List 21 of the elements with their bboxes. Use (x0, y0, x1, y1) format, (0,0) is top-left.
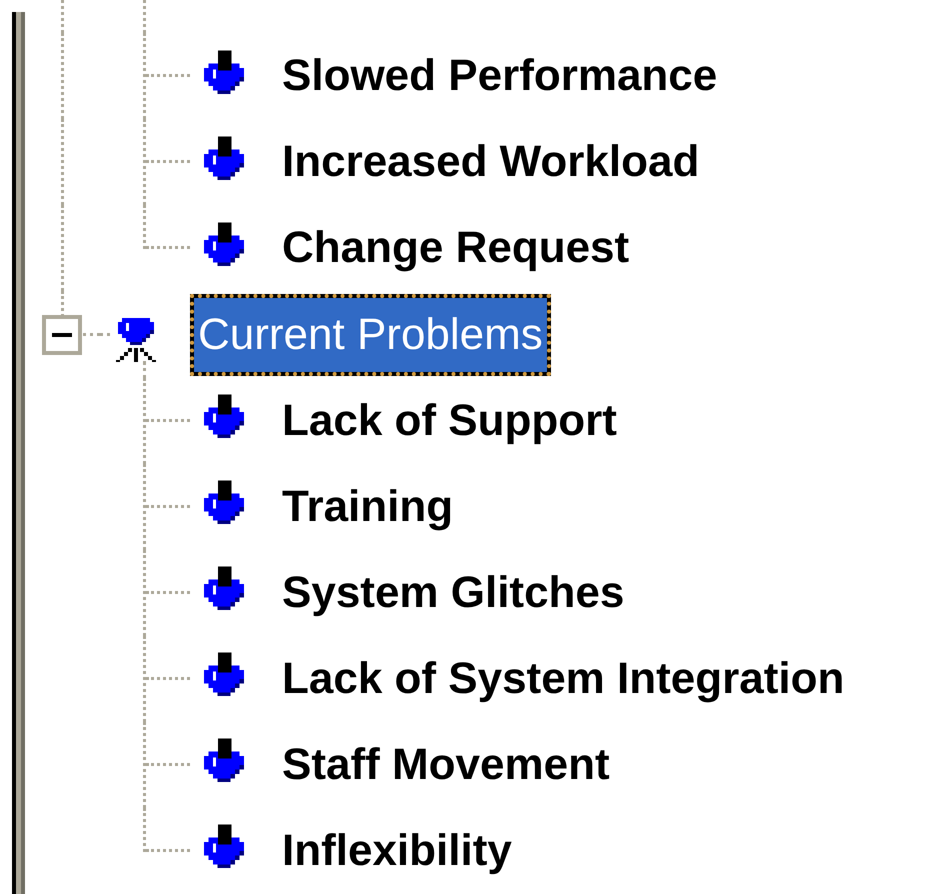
tree-item[interactable]: Current Problems (190, 294, 551, 376)
minus-icon (52, 333, 72, 338)
pin-icon (204, 394, 244, 440)
tree-item[interactable]: Slowed Performance (274, 35, 726, 118)
pin-icon (204, 824, 244, 870)
pin-icon (204, 652, 244, 698)
pin-icon (204, 136, 244, 181)
pin-icon (204, 738, 244, 784)
tree-item[interactable]: Training (274, 466, 462, 548)
tree-item[interactable]: Staff Movement (274, 724, 618, 806)
tree-item[interactable]: System Glitches (274, 552, 632, 634)
pin-icon (204, 50, 244, 95)
tree-item[interactable]: Lack of System Integration (274, 638, 852, 720)
pin-icon (204, 222, 244, 267)
collapse-button[interactable] (42, 315, 82, 356)
tree-item[interactable]: Change Request (274, 207, 638, 290)
pin-icon (204, 566, 244, 612)
pin-icon (204, 480, 244, 526)
tree-item[interactable]: Lack of Support (274, 380, 625, 462)
tree-item[interactable]: Increased Workload (274, 121, 708, 204)
tree-item[interactable]: Inflexibility (274, 810, 520, 892)
